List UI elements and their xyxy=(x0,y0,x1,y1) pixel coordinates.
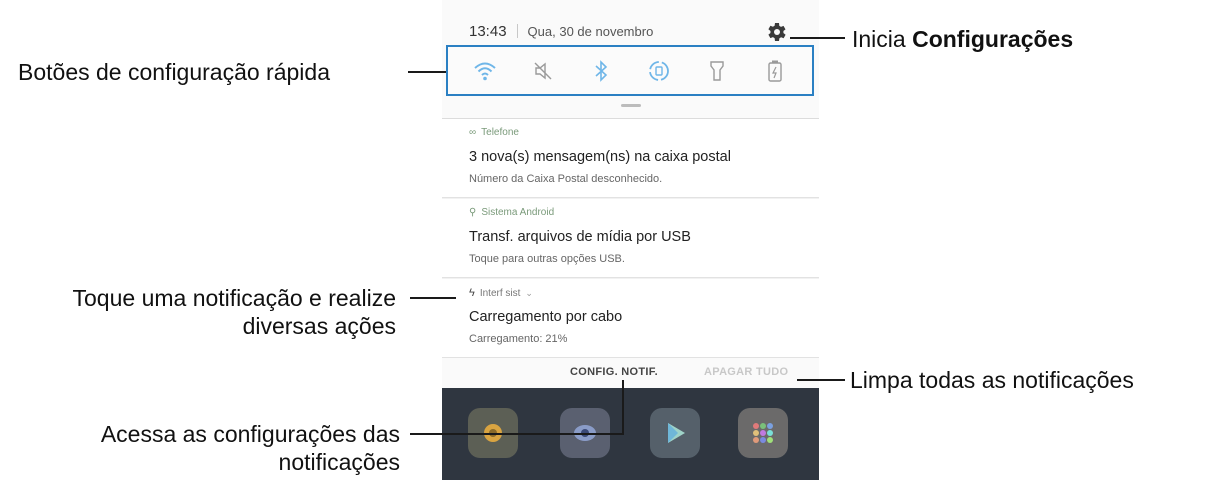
chevron-down-icon[interactable]: ⌄ xyxy=(525,288,533,299)
callout-settings: Inicia Configurações xyxy=(852,26,1074,52)
callout-line xyxy=(797,379,845,381)
notification-card[interactable]: ϟ Interf sist ⌄ Carregamento por cabo Ca… xyxy=(442,279,819,358)
notification-card[interactable]: ⚲ Sistema Android Transf. arquivos de mí… xyxy=(442,199,819,278)
callout-line xyxy=(622,380,624,435)
notification-text: Carregamento: 21% xyxy=(469,333,568,345)
notification-app: ϟ Interf sist ⌄ xyxy=(469,287,533,299)
clock: 13:43 xyxy=(469,22,507,40)
sound-off-icon[interactable] xyxy=(530,58,556,84)
callout-clear-all: Limpa todas as notificações xyxy=(850,367,1134,393)
bluetooth-icon[interactable] xyxy=(588,58,614,84)
notification-panel-screen: 13:43 Qua, 30 de novembro ∞ Telefone 3 n… xyxy=(442,0,819,480)
config-notif-button[interactable]: CONFIG. NOTIF. xyxy=(570,366,658,378)
callout-line xyxy=(410,433,624,435)
panel-handle[interactable] xyxy=(621,104,641,107)
notification-text: Número da Caixa Postal desconhecido. xyxy=(469,173,663,185)
play-store-icon[interactable] xyxy=(650,408,700,458)
notification-title: 3 nova(s) mensagem(ns) na caixa postal xyxy=(469,149,731,165)
notification-title: Carregamento por cabo xyxy=(469,309,623,325)
flashlight-icon[interactable] xyxy=(704,58,730,84)
notification-app: ∞ Telefone xyxy=(469,127,519,138)
callout-quick-buttons: Botões de configuração rápida xyxy=(18,59,330,85)
callout-tap-notification: Toque uma notificação e realize diversas… xyxy=(72,285,396,339)
android-icon: ⚲ xyxy=(469,207,477,218)
date: Qua, 30 de novembro xyxy=(527,23,654,39)
gear-icon[interactable] xyxy=(764,20,788,44)
wifi-icon[interactable] xyxy=(472,58,498,84)
notification-card[interactable]: ∞ Telefone 3 nova(s) mensagem(ns) na cai… xyxy=(442,119,819,198)
status-row: 13:43 Qua, 30 de novembro xyxy=(469,20,653,42)
callout-line xyxy=(410,297,456,299)
clear-all-button[interactable]: APAGAR TUDO xyxy=(704,366,788,378)
auto-rotate-icon[interactable] xyxy=(646,58,672,84)
callout-access-settings: Acessa as configurações das notificações xyxy=(100,421,400,475)
notification-title: Transf. arquivos de mídia por USB xyxy=(469,229,691,245)
notification-app: ⚲ Sistema Android xyxy=(469,207,555,218)
power-saving-icon[interactable] xyxy=(762,58,788,84)
status-divider xyxy=(516,24,518,38)
notification-actions: CONFIG. NOTIF. APAGAR TUDO xyxy=(442,358,819,388)
callout-line xyxy=(408,71,446,73)
voicemail-icon: ∞ xyxy=(469,127,477,138)
notification-text: Toque para outras opções USB. xyxy=(469,253,625,265)
quick-settings-panel: 13:43 Qua, 30 de novembro xyxy=(442,0,819,119)
apps-folder-icon[interactable] xyxy=(738,408,788,458)
quick-settings-buttons xyxy=(446,45,814,96)
callout-line xyxy=(790,37,845,39)
charging-bolt-icon: ϟ xyxy=(469,287,475,299)
